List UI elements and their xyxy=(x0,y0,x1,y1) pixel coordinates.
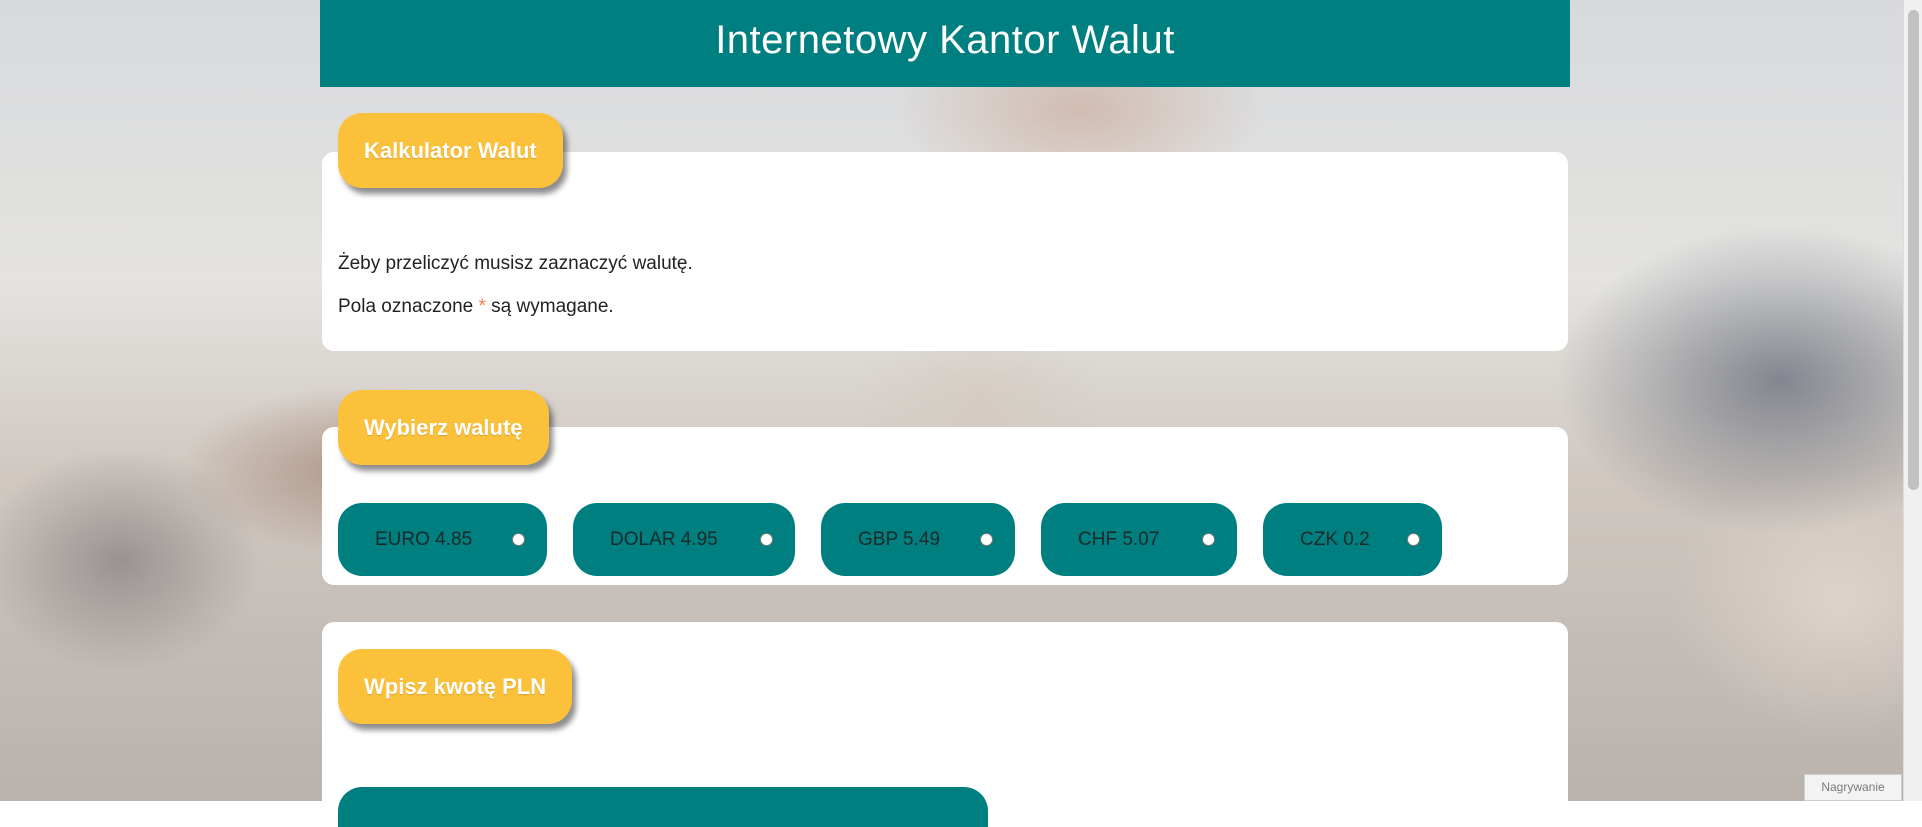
amount-section: Wpisz kwotę PLN xyxy=(322,622,1568,822)
currency-label-gbp: GBP 5.49 xyxy=(858,529,940,551)
currency-option-gbp[interactable]: GBP 5.49 xyxy=(821,503,1015,576)
currency-option-czk[interactable]: CZK 0.2 xyxy=(1263,503,1442,576)
amount-input-container[interactable] xyxy=(338,787,988,827)
amount-heading: Wpisz kwotę PLN xyxy=(338,649,572,724)
scrollbar-thumb[interactable] xyxy=(1908,10,1919,490)
site-header: Internetowy Kantor Walut xyxy=(320,0,1570,87)
page-title: Internetowy Kantor Walut xyxy=(715,18,1175,62)
currency-radio-chf[interactable] xyxy=(1202,533,1215,546)
currency-label-czk: CZK 0.2 xyxy=(1300,529,1370,551)
currency-option-dolar[interactable]: DOLAR 4.95 xyxy=(573,503,795,576)
currency-heading: Wybierz walutę xyxy=(338,390,549,465)
currency-options: EURO 4.85 DOLAR 4.95 GBP 5.49 CHF 5.07 C… xyxy=(338,503,1442,576)
required-note-suffix: są wymagane. xyxy=(486,296,614,317)
required-fields-note: Pola oznaczone * są wymagane. xyxy=(338,296,614,318)
currency-radio-euro[interactable] xyxy=(512,533,525,546)
currency-label-chf: CHF 5.07 xyxy=(1078,529,1159,551)
currency-label-dolar: DOLAR 4.95 xyxy=(610,529,718,551)
currency-radio-dolar[interactable] xyxy=(760,533,773,546)
recording-badge: Nagrywanie xyxy=(1804,774,1902,801)
select-currency-note: Żeby przeliczyć musisz zaznaczyć walutę. xyxy=(338,253,693,275)
required-star: * xyxy=(479,296,486,317)
currency-radio-czk[interactable] xyxy=(1407,533,1420,546)
currency-label-euro: EURO 4.85 xyxy=(375,529,472,551)
page-container: Internetowy Kantor Walut Kalkulator Walu… xyxy=(320,0,1570,87)
required-note-prefix: Pola oznaczone xyxy=(338,296,479,317)
calculator-heading: Kalkulator Walut xyxy=(338,113,563,188)
page-scrollbar[interactable] xyxy=(1903,0,1922,801)
currency-radio-gbp[interactable] xyxy=(980,533,993,546)
currency-section: Wybierz walutę EURO 4.85 DOLAR 4.95 GBP … xyxy=(322,427,1568,585)
calculator-section: Kalkulator Walut Żeby przeliczyć musisz … xyxy=(322,152,1568,351)
currency-option-euro[interactable]: EURO 4.85 xyxy=(338,503,547,576)
currency-option-chf[interactable]: CHF 5.07 xyxy=(1041,503,1237,576)
